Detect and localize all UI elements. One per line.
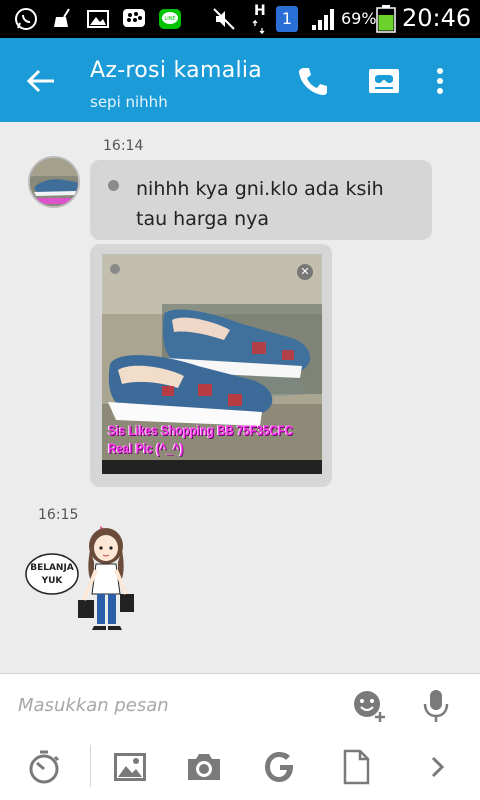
sim-badge: 1 — [276, 6, 298, 32]
phone-icon[interactable] — [296, 64, 330, 98]
sim-badge-number: 1 — [281, 9, 293, 28]
attachment-toolbar — [0, 735, 480, 800]
battery-percent: 69% — [341, 9, 377, 28]
camera-icon[interactable] — [186, 749, 222, 785]
microphone-icon[interactable] — [418, 688, 454, 724]
unread-indicator — [108, 180, 119, 191]
line-icon: LINE — [159, 9, 181, 29]
message-timestamp: 16:15 — [38, 507, 79, 523]
data-arrows-icon — [252, 20, 265, 34]
shoe-photo[interactable]: Sis Likes Shopping BB 75F35CFC Real Pic … — [102, 254, 322, 474]
watermark-caption: Sis Likes Shopping BB 75F35CFC — [108, 422, 293, 438]
chevron-right-icon[interactable] — [420, 749, 456, 785]
back-arrow-icon[interactable] — [24, 64, 58, 98]
sticker-text-sub: YUK — [41, 576, 64, 586]
avatar-shoe-image — [30, 158, 78, 206]
shopping-girl-sticker: BELANJA YUK — [25, 526, 134, 630]
contact-name[interactable]: Az-rosi kamalia — [90, 58, 262, 83]
watermark-caption-sub: Real Pic (^_^) — [108, 440, 184, 456]
network-type: H — [254, 3, 266, 19]
image-message-bubble[interactable]: ✕ Sis Likes Shopping BB 75F35CFC Real Pi… — [90, 244, 332, 487]
message-list[interactable]: 16:14 nihhh kya gni.klo ada ksih tau har… — [0, 122, 480, 673]
gallery-icon — [87, 10, 109, 28]
sticker-text: BELANJA — [30, 563, 74, 573]
message-bubble[interactable]: nihhh kya gni.klo ada ksih tau harga nya — [90, 160, 432, 240]
emoji-add-icon[interactable] — [352, 688, 388, 724]
contact-avatar[interactable] — [28, 156, 80, 208]
message-timestamp: 16:14 — [103, 138, 144, 154]
sweep-icon — [54, 8, 70, 27]
gallery-icon[interactable] — [112, 749, 148, 785]
video-call-icon[interactable] — [367, 64, 401, 98]
timer-icon[interactable] — [26, 749, 62, 785]
whatsapp-icon — [15, 8, 37, 30]
more-icon[interactable] — [430, 64, 450, 98]
message-input[interactable] — [18, 684, 338, 726]
bbm-icon — [123, 9, 145, 27]
close-icon[interactable]: ✕ — [297, 264, 313, 280]
signal-icon — [312, 9, 334, 30]
battery-icon — [376, 5, 396, 33]
unread-indicator — [110, 264, 120, 274]
svg-text:LINE: LINE — [164, 16, 175, 22]
sticker-message[interactable]: BELANJA YUK — [24, 522, 142, 640]
message-composer — [0, 673, 480, 735]
chat-header: Az-rosi kamalia sepi nihhh — [0, 38, 480, 122]
toolbar-divider — [90, 745, 91, 787]
status-bar: LINE H 1 69% 20:46 — [0, 0, 480, 38]
mute-icon — [213, 8, 235, 30]
contact-status: sepi nihhh — [90, 93, 168, 111]
document-icon[interactable] — [338, 749, 374, 785]
clock: 20:46 — [402, 4, 472, 32]
message-text: nihhh kya gni.klo ada ksih tau harga nya — [136, 178, 384, 230]
image-footer-strip — [102, 460, 322, 474]
google-icon[interactable] — [262, 749, 298, 785]
